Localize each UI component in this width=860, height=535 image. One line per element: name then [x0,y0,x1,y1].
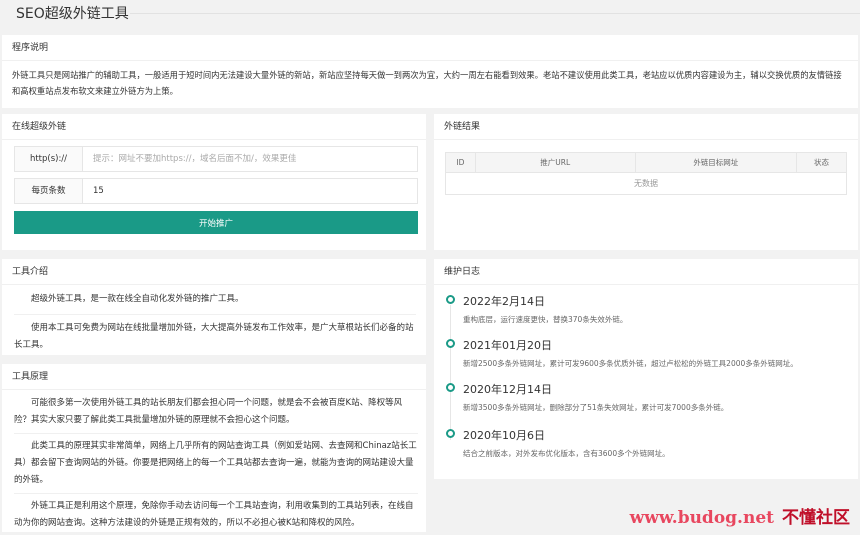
tool-intro-title: 工具介绍 [2,259,426,285]
col-target: 外链目标网址 [634,152,798,173]
page-header: SEO超级外链工具 [0,0,860,30]
principle-card: 工具原理 可能很多第一次使用外链工具的站长朋友们都会担心同一个问题，就是会不会被… [2,364,426,532]
online-links-title: 在线超级外链 [2,114,426,140]
tool-intro-p1: 超级外链工具，是一款在线全自动化发外链的推广工具。 [14,291,416,315]
intro-text: 外链工具只是网站推广的辅助工具，一般适用于短时间内无法建设大量外链的新站，新站应… [12,70,842,96]
principle-title: 工具原理 [2,364,426,390]
results-header-row: ID 推广URL 外链目标网址 状态 [445,152,847,173]
timeline-dot [446,429,455,438]
timeline-dot [446,295,455,304]
log-date: 2020年12月14日 [463,383,552,396]
principle-p2: 此类工具的原理其实非常简单，网络上几乎所有的网站查询工具（例如爱站网、去查网和C… [14,434,418,494]
empty-text: 无数据 [445,172,847,195]
timeline: 2022年2月14日 重构底层，运行速度更快，替换370条失效外链。 2021年… [446,293,850,473]
intro-card: 程序说明 外链工具只是网站推广的辅助工具，一般适用于短时间内无法建设大量外链的新… [2,35,858,108]
log-desc: 新增3500多条外链网址，删除部分了51条失效网址，累计可发7000多条外链。 [463,403,729,412]
timeline-dot [446,383,455,392]
start-promote-button[interactable]: 开始推广 [14,211,418,234]
url-label: http(s):// [15,147,83,171]
results-empty-row: 无数据 [445,172,847,195]
online-links-card: 在线超级外链 http(s):// 每页条数 开始推广 [2,114,426,250]
count-label: 每页条数 [15,179,83,203]
col-url: 推广URL [474,152,636,173]
count-row: 每页条数 [14,178,418,204]
watermark-name: 不懂社区 [782,508,850,528]
log-date: 2020年10月6日 [463,429,545,442]
log-desc: 新增2500多条外链网址，累计可发9600多条优质外链，超过卢松松的外链工具20… [463,359,798,368]
log-desc: 重构底层，运行速度更快，替换370条失效外链。 [463,315,628,324]
results-title: 外链结果 [434,114,858,140]
url-input[interactable] [83,147,417,171]
col-status: 状态 [796,152,847,173]
header-divider [130,13,860,14]
count-input[interactable] [83,179,417,203]
log-desc: 结合之前版本，对外发布优化版本，含有3600多个外链网址。 [463,449,670,458]
changelog-card: 维护日志 2022年2月14日 重构底层，运行速度更快，替换370条失效外链。 … [434,259,858,479]
tool-intro-card: 工具介绍 超级外链工具，是一款在线全自动化发外链的推广工具。 使用本工具可免费为… [2,259,426,355]
results-table-wrap: ID 推广URL 外链目标网址 状态 无数据 [445,152,847,195]
log-date: 2022年2月14日 [463,295,545,308]
url-row: http(s):// [14,146,418,172]
results-card: 外链结果 ID 推广URL 外链目标网址 状态 无数据 [434,114,858,250]
timeline-line [450,305,451,440]
principle-p3: 外链工具正是利用这个原理，免除你手动去访问每一个工具站查询，利用收集到的工具站列… [14,501,414,528]
results-table: ID 推广URL 外链目标网址 状态 无数据 [445,152,847,195]
watermark: www.budog.net 不懂社区 [630,503,850,528]
principle-p1: 可能很多第一次使用外链工具的站长朋友们都会担心同一个问题，就是会不会被百度K站、… [14,395,418,434]
intro-title: 程序说明 [2,35,858,61]
changelog-title: 维护日志 [434,259,858,285]
col-id: ID [445,152,476,173]
watermark-site: www.budog.net [629,508,774,528]
log-date: 2021年01月20日 [463,339,552,352]
timeline-dot [446,339,455,348]
page-title: SEO超级外链工具 [16,6,129,22]
tool-intro-p2: 使用本工具可免费为网站在线批量增加外链，大大提高外链发布工作效率，是广大草根站长… [14,323,414,350]
